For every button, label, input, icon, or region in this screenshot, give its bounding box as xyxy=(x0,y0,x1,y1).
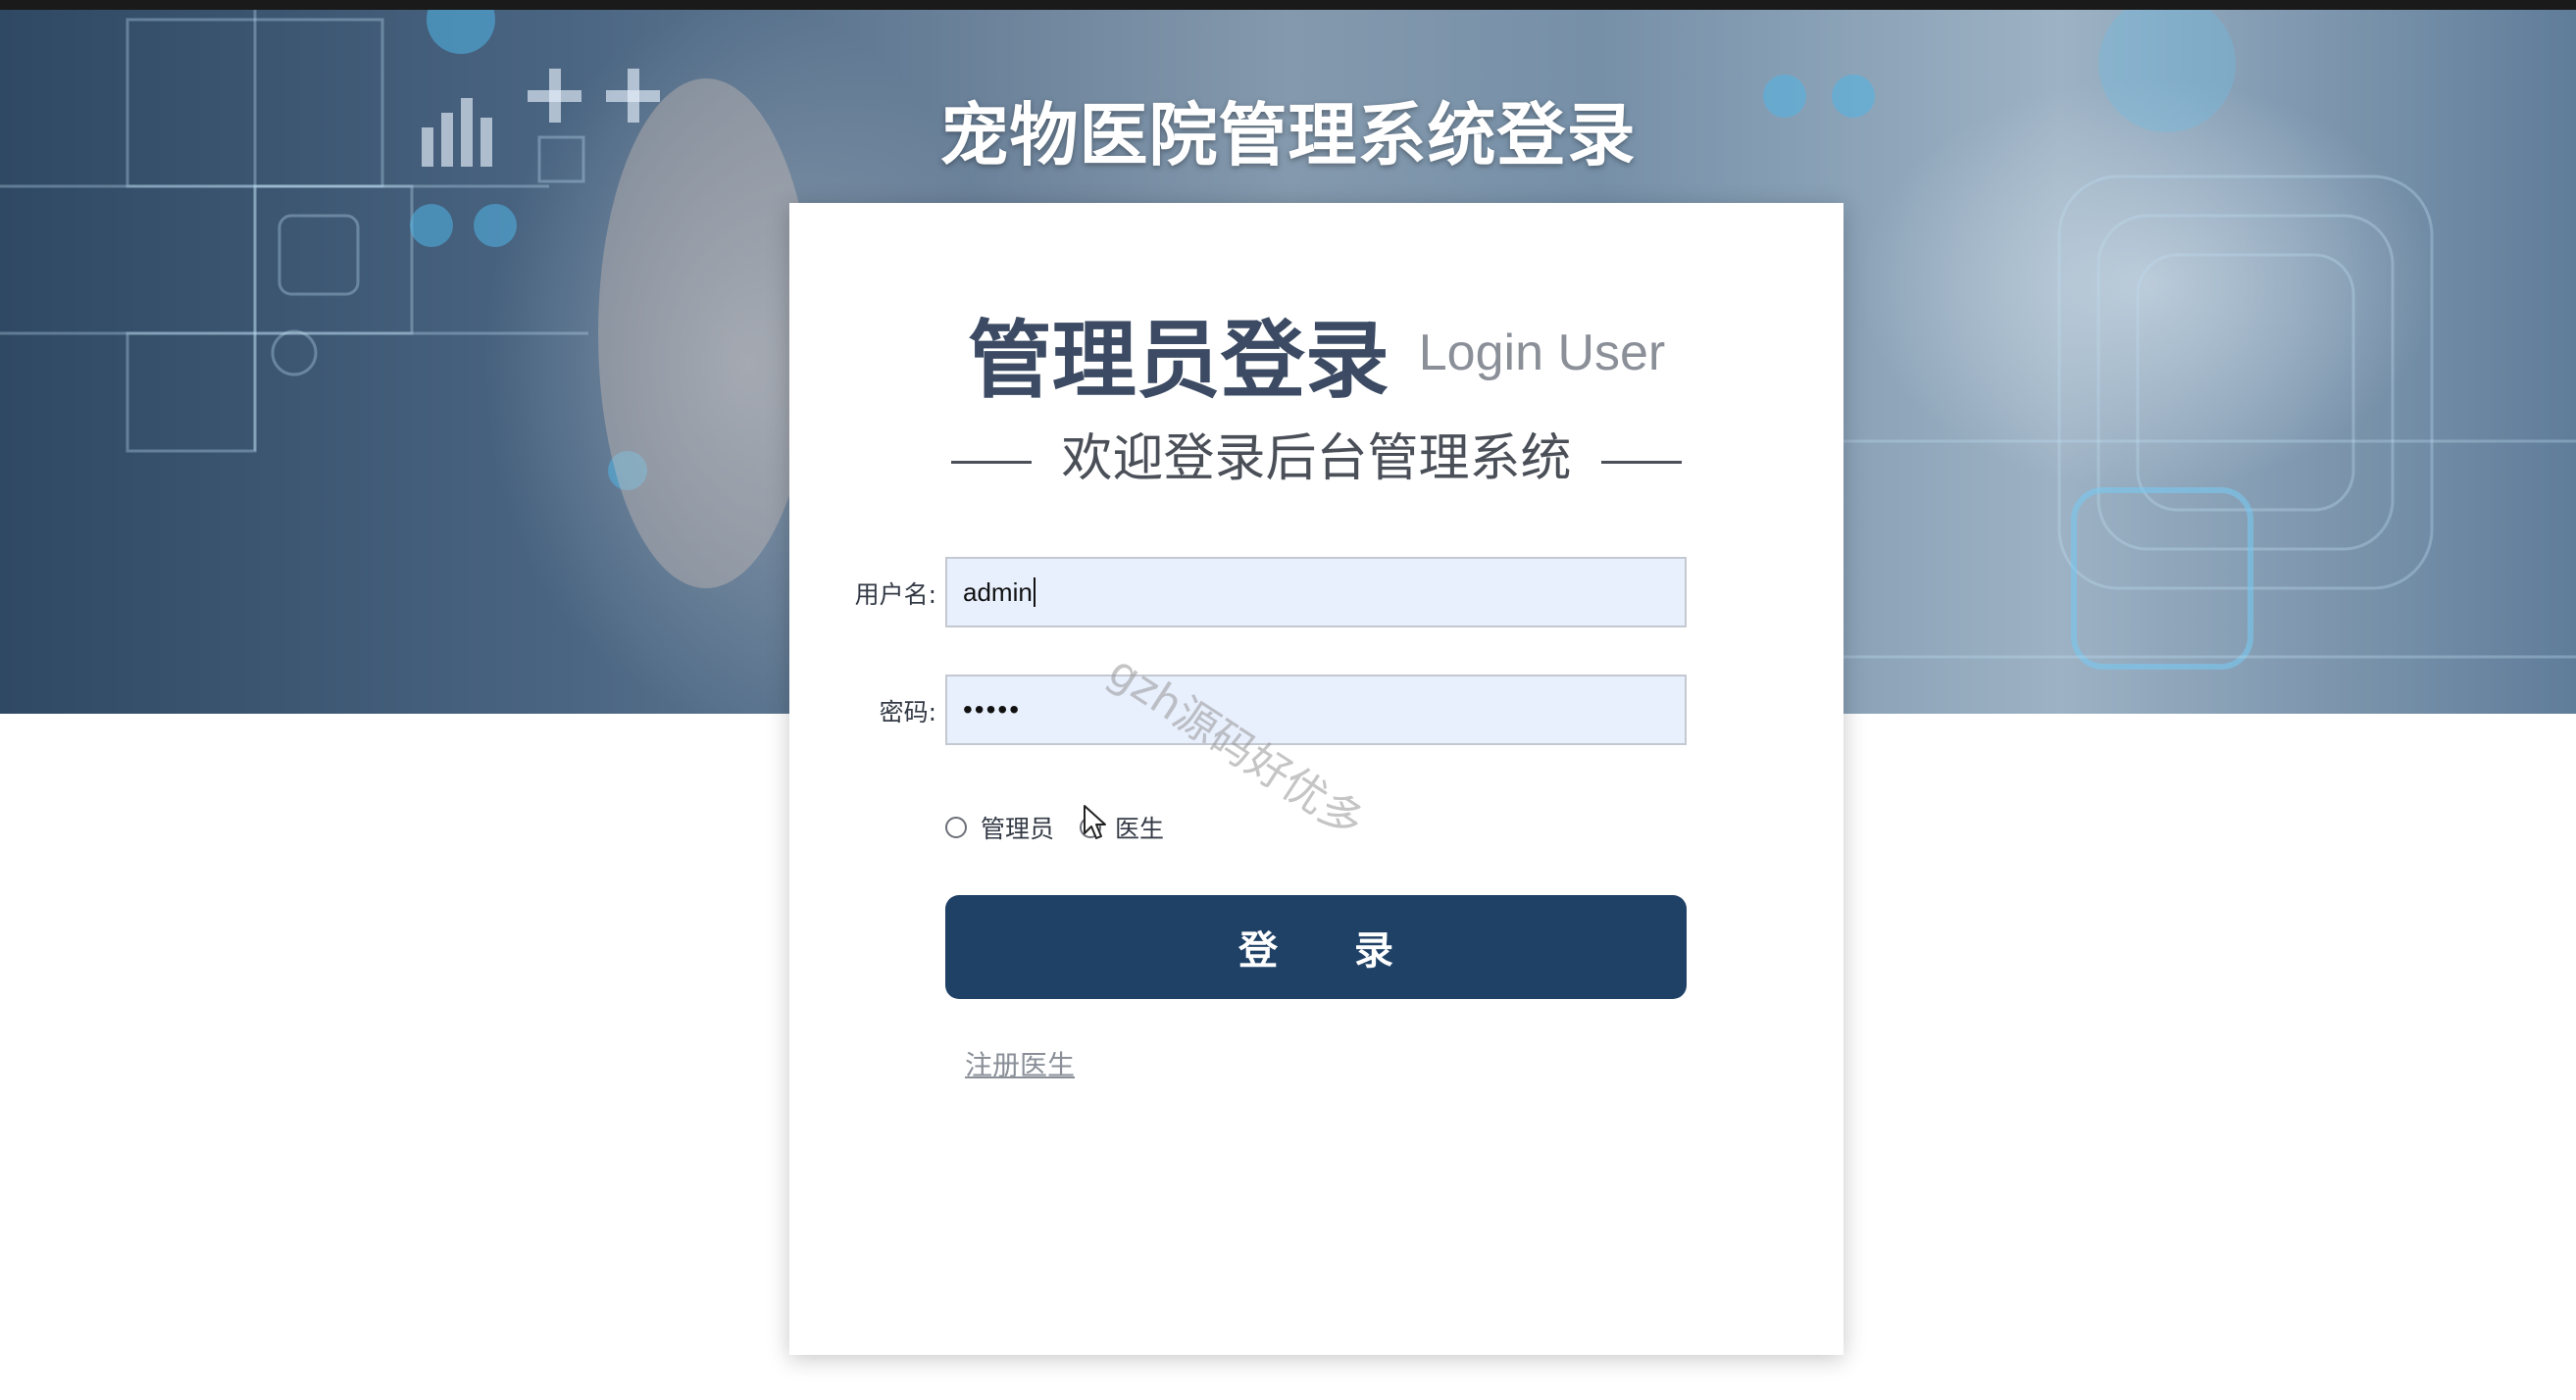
password-label: 密码: xyxy=(879,698,936,726)
mouse-pointer-icon xyxy=(1084,805,1106,839)
username-field[interactable]: admin xyxy=(945,557,1687,627)
role-label-admin[interactable]: 管理员 xyxy=(981,810,1054,845)
password-field[interactable]: ••••• xyxy=(945,675,1687,745)
login-button[interactable]: 登 录 xyxy=(945,895,1687,999)
card-heading: 管理员登录 Login User xyxy=(789,291,1844,414)
password-value: ••••• xyxy=(963,694,1022,725)
register-doctor-link[interactable]: 注册医生 xyxy=(965,1044,1075,1083)
card-heading-en: Login User xyxy=(1418,324,1666,381)
divider-right xyxy=(1600,460,1682,464)
page-title: 宠物医院管理系统登录 xyxy=(939,95,1637,175)
top-bar xyxy=(0,0,2576,10)
role-radio-admin[interactable] xyxy=(945,817,967,838)
divider-left xyxy=(951,460,1033,464)
card-heading-cn: 管理员登录 xyxy=(967,312,1389,410)
card-subtitle: 欢迎登录后台管理系统 xyxy=(789,417,1844,490)
username-value: admin xyxy=(963,576,1033,607)
login-card: 管理员登录 Login User 欢迎登录后台管理系统 用户名: admin 密码… xyxy=(789,203,1844,1355)
text-caret xyxy=(1033,577,1035,607)
username-label: 用户名: xyxy=(854,580,936,609)
role-label-doctor[interactable]: 医生 xyxy=(1115,810,1164,845)
role-selector: 管理员 医生 xyxy=(945,810,1189,845)
subtitle-text: 欢迎登录后台管理系统 xyxy=(1061,429,1572,488)
